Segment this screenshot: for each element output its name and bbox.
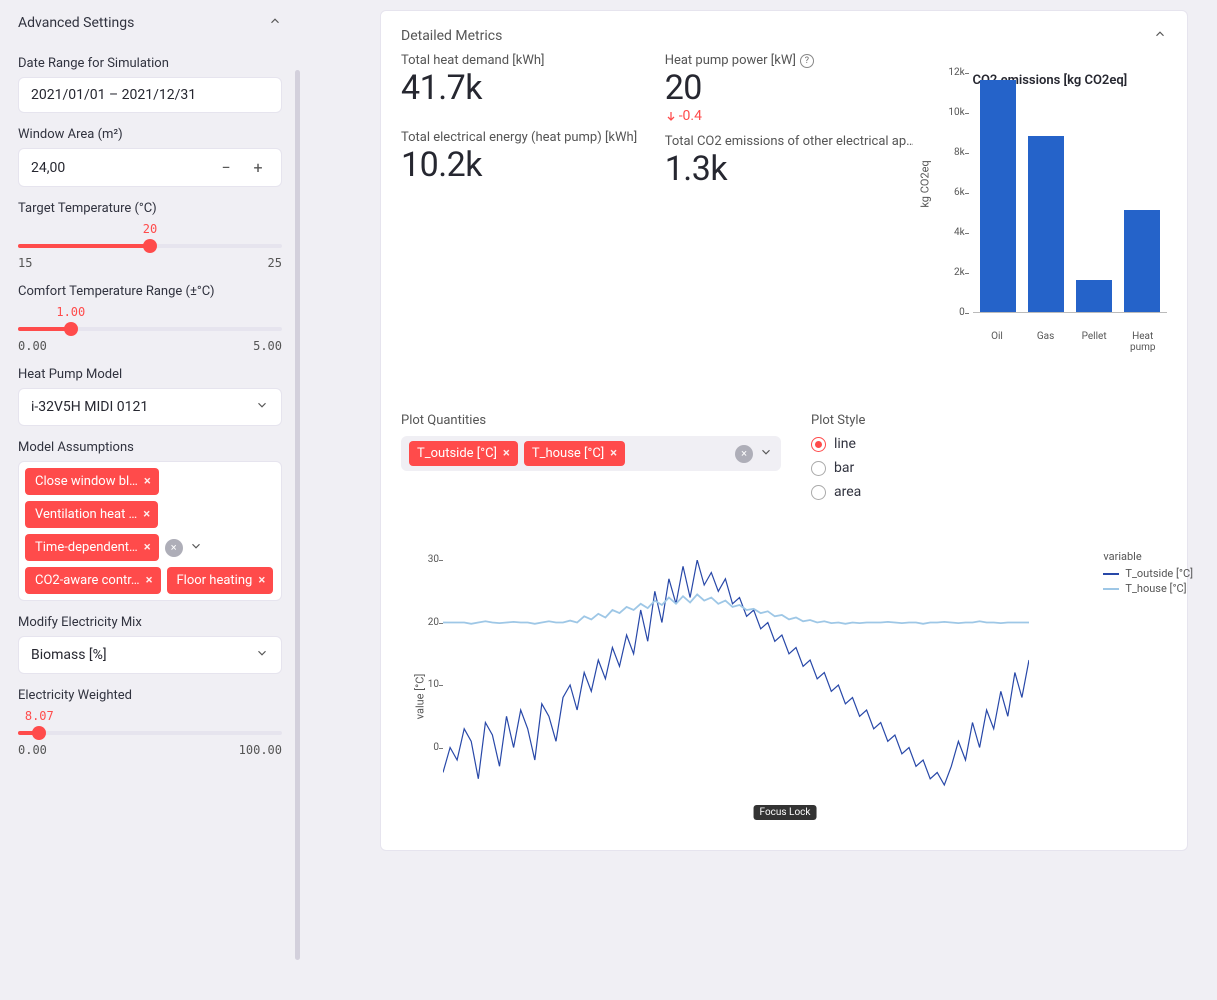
main-content: Detailed Metrics Total heat demand [kWh]… [300, 0, 1217, 1000]
chevron-down-icon[interactable] [759, 445, 773, 463]
window-area-label: Window Area (m²) [18, 127, 282, 142]
slider-min: 0.00 [18, 743, 47, 757]
tag-close-window-blinds[interactable]: Close window bl…× [25, 468, 159, 495]
metric-co2-other: Total CO2 emissions of other electrical … [665, 134, 913, 189]
card-expander[interactable]: Detailed Metrics [401, 23, 1167, 53]
elec-weight-value: 8.07 [25, 709, 54, 723]
elec-mix-label: Modify Electricity Mix [18, 615, 282, 630]
close-icon[interactable]: × [503, 446, 510, 461]
elec-mix-select[interactable]: Biomass [%] [18, 636, 282, 674]
window-area-value: 24,00 [31, 160, 65, 176]
close-icon[interactable]: × [146, 573, 153, 588]
close-icon[interactable]: × [258, 573, 265, 588]
chevron-down-icon[interactable] [189, 539, 203, 557]
elec-weight-slider[interactable]: 8.07 0.00 100.00 [18, 709, 282, 757]
advanced-settings-header[interactable]: Advanced Settings [18, 0, 282, 42]
radio-area[interactable]: area [811, 484, 1011, 500]
date-range-value: 2021/01/01 – 2021/12/31 [31, 87, 196, 103]
hp-model-value: i-32V5H MIDI 0121 [31, 399, 148, 415]
radio-line[interactable]: line [811, 436, 1011, 452]
bar [1028, 136, 1064, 312]
chevron-up-icon [1153, 27, 1167, 45]
radio-bar[interactable]: bar [811, 460, 1011, 476]
hp-model-select[interactable]: i-32V5H MIDI 0121 [18, 388, 282, 426]
comfort-range-label: Comfort Temperature Range (±°C) [18, 284, 282, 299]
plot-quantities-select[interactable]: T_outside [°C]× T_house [°C]× × [401, 436, 781, 471]
close-icon[interactable]: × [144, 540, 151, 555]
focus-lock-toolbar[interactable]: Focus Lock [754, 805, 817, 820]
target-temp-slider[interactable]: 20 15 25 [18, 222, 282, 270]
minus-button[interactable]: − [215, 158, 237, 177]
plot-style-label: Plot Style [811, 413, 1011, 428]
chevron-down-icon [255, 646, 269, 664]
bar [1124, 210, 1160, 312]
slider-min: 0.00 [18, 339, 47, 353]
detailed-metrics-card: Detailed Metrics Total heat demand [kWh]… [380, 10, 1188, 851]
sidebar: Advanced Settings Date Range for Simulat… [0, 0, 300, 1000]
metric-hp-power: Heat pump power [kW] ? 20 -0.4 [665, 53, 913, 124]
plot-quantities-label: Plot Quantities [401, 413, 781, 428]
slider-max: 5.00 [253, 339, 282, 353]
hp-model-label: Heat Pump Model [18, 367, 282, 382]
metric-heat-demand: Total heat demand [kWh] 41.7k [401, 53, 645, 108]
clear-all-icon[interactable]: × [165, 539, 183, 557]
card-title: Detailed Metrics [401, 28, 502, 44]
plot-style-radio-group: line bar area [811, 436, 1011, 500]
co2-bar-chart: CO2 emissions [kg CO2eq] kg CO2eq 02k4k6… [933, 53, 1167, 353]
metric-elec-energy: Total electrical energy (heat pump) [kWh… [401, 130, 645, 185]
tag-time-dependent[interactable]: Time-dependent…× [25, 534, 159, 561]
assumptions-label: Model Assumptions [18, 440, 282, 455]
tag-t-house[interactable]: T_house [°C]× [524, 441, 625, 466]
close-icon[interactable]: × [610, 446, 617, 461]
comfort-value: 1.00 [56, 305, 85, 319]
chart-legend: variable T_outside [°C] T_house [°C] [1103, 550, 1193, 597]
bar [980, 80, 1016, 312]
chevron-up-icon [268, 14, 282, 32]
tag-ventilation-heat[interactable]: Ventilation heat …× [25, 501, 158, 528]
date-range-label: Date Range for Simulation [18, 56, 282, 71]
date-range-input[interactable]: 2021/01/01 – 2021/12/31 [18, 77, 282, 113]
tag-floor-heating[interactable]: Floor heating× [167, 567, 274, 594]
slider-max: 100.00 [239, 743, 282, 757]
elec-weight-label: Electricity Weighted [18, 688, 282, 703]
elec-mix-value: Biomass [%] [31, 647, 107, 663]
y-axis-label: kg CO2eq [918, 160, 931, 207]
section-title: Advanced Settings [18, 15, 134, 31]
comfort-range-slider[interactable]: 1.00 0.00 5.00 [18, 305, 282, 353]
assumptions-multiselect[interactable]: Close window bl…× Ventilation heat …× Ti… [18, 461, 282, 601]
close-icon[interactable]: × [144, 474, 151, 489]
tag-co2-aware[interactable]: CO2-aware contr…× [25, 567, 161, 594]
bar [1076, 280, 1112, 312]
plus-button[interactable]: + [247, 158, 269, 177]
help-icon[interactable]: ? [800, 54, 814, 68]
slider-max: 25 [268, 256, 282, 270]
delta-down: -0.4 [665, 108, 913, 124]
close-icon[interactable]: × [143, 507, 150, 522]
chevron-down-icon [255, 398, 269, 416]
window-area-input[interactable]: 24,00 − + [18, 148, 282, 187]
tag-t-outside[interactable]: T_outside [°C]× [409, 441, 518, 466]
target-temp-label: Target Temperature (°C) [18, 201, 282, 216]
target-temp-value: 20 [143, 222, 157, 236]
slider-min: 15 [18, 256, 32, 270]
temperature-line-chart[interactable]: value [°C] 0102030 variable T_outside [°… [401, 550, 1169, 830]
clear-all-icon[interactable]: × [735, 445, 753, 463]
